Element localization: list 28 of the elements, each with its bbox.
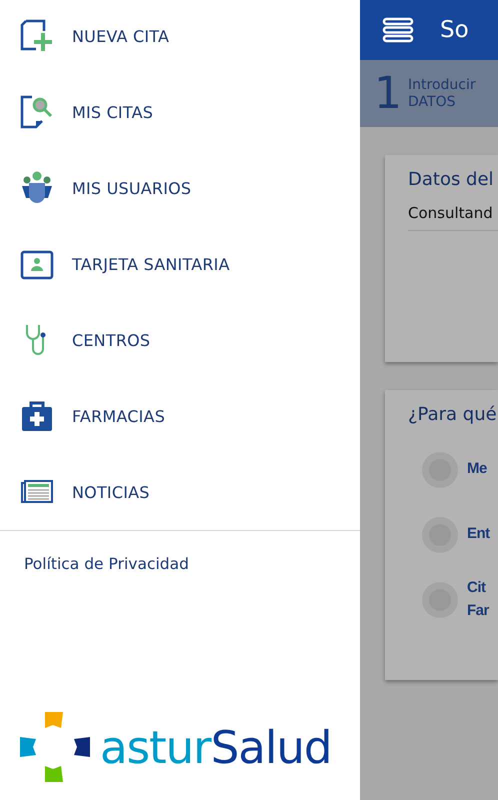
privacy-link[interactable]: Política de Privacidad [24, 555, 189, 573]
step-number: 1 [374, 72, 402, 116]
logo-icon [18, 710, 92, 784]
menu-item[interactable]: FARMACIAS [0, 378, 360, 454]
menu-item[interactable]: TARJETA SANITARIA [0, 226, 360, 302]
option-label: Me [467, 459, 488, 480]
app-title: So [440, 17, 469, 43]
menu-item[interactable]: MIS USUARIOS [0, 150, 360, 226]
option-label: Cit Far [467, 578, 489, 620]
menu-item[interactable]: CENTROS [0, 302, 360, 378]
menu-item[interactable]: NUEVA CITA [0, 0, 360, 74]
menu-item[interactable]: MIS CITAS [0, 74, 360, 150]
step-label: Introducir [408, 76, 476, 94]
radio-button[interactable] [422, 516, 458, 552]
logo-text: asturSalud [100, 724, 332, 770]
menu-item[interactable]: NOTICIAS [0, 454, 360, 530]
radio-button[interactable] [422, 582, 458, 618]
users-icon [20, 171, 54, 205]
option-label: Ent [467, 524, 489, 544]
card-title: Datos del [408, 169, 495, 190]
menu-icon[interactable] [382, 17, 414, 43]
radio-button[interactable] [422, 452, 458, 488]
step-label: DATOS [408, 94, 456, 110]
document-search-icon [20, 95, 54, 129]
new-document-icon [20, 19, 54, 53]
first-aid-kit-icon [20, 399, 54, 433]
status-text: Consultand [408, 204, 498, 231]
card-title: ¿Para qué [408, 404, 498, 425]
